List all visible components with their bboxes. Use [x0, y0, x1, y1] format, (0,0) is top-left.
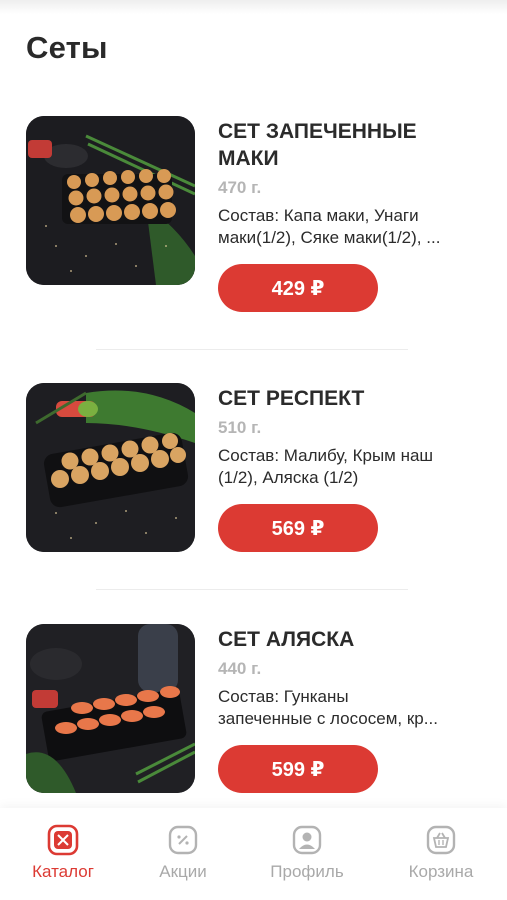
product-card[interactable]: СЕТ АЛЯСКА 440 г. Состав: Гунканы запече… — [26, 624, 486, 794]
profile-icon — [292, 825, 322, 855]
product-card[interactable]: СЕТ ЗАПЕЧЕННЫЕ МАКИ 470 г. Состав: Капа … — [26, 116, 486, 312]
product-name: СЕТ ЗАПЕЧЕННЫЕ МАКИ — [218, 120, 417, 170]
divider — [96, 349, 408, 350]
product-name: СЕТ АЛЯСКА — [218, 628, 355, 651]
tab-label: Корзина — [408, 862, 474, 881]
price-add-button[interactable]: 429 ₽ — [218, 264, 378, 312]
tab-label: Профиль — [270, 862, 344, 881]
product-description: Состав: Малибу, Крым наш (1/2), Аляска (… — [218, 446, 434, 487]
product-image-respect-set[interactable] — [26, 383, 195, 552]
product-description: Состав: Гунканы запеченные с лососем, кр… — [218, 687, 438, 728]
basket-icon — [426, 825, 456, 855]
product-description: Состав: Капа маки, Унаги маки(1/2), Сяке… — [218, 206, 441, 247]
divider — [96, 589, 408, 590]
bottom-tab-bar: Каталог Акции Профиль Корзина — [0, 808, 507, 900]
tab-label: Акции — [159, 862, 207, 881]
product-image-baked-maki-set[interactable] — [26, 116, 195, 285]
product-weight: 440 г. — [218, 659, 262, 678]
product-name: СЕТ РЕСПЕКТ — [218, 387, 365, 410]
tab-catalog[interactable]: Каталог — [0, 808, 126, 900]
product-weight: 470 г. — [218, 178, 262, 197]
tab-label: Каталог — [32, 862, 94, 881]
product-card[interactable]: СЕТ РЕСПЕКТ 510 г. Состав: Малибу, Крым … — [26, 383, 486, 553]
product-weight: 510 г. — [218, 418, 262, 437]
catalog-icon — [47, 824, 79, 856]
page-title: Сеты — [26, 30, 108, 65]
tab-profile[interactable]: Профиль — [244, 808, 370, 900]
status-bar-fade — [0, 0, 507, 14]
price-add-button[interactable]: 569 ₽ — [218, 504, 378, 552]
product-image-alaska-set[interactable] — [26, 624, 195, 793]
tab-basket[interactable]: Корзина — [378, 808, 504, 900]
promo-icon — [168, 825, 198, 855]
tab-promo[interactable]: Акции — [120, 808, 246, 900]
price-add-button[interactable]: 599 ₽ — [218, 745, 378, 793]
